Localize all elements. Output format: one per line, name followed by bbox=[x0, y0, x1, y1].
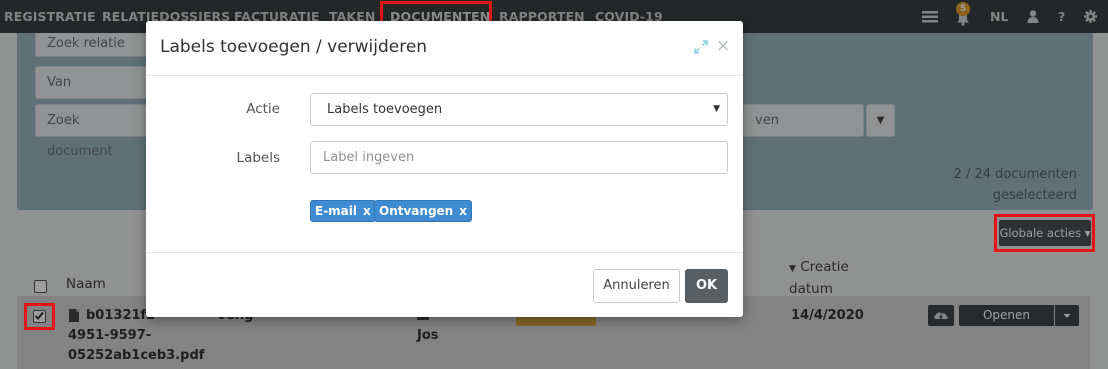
highlight-row-checkbox-top bbox=[24, 303, 55, 330]
cancel-button[interactable]: Annuleren bbox=[593, 269, 680, 303]
tag-ontvangen-label: Ontvangen bbox=[379, 204, 454, 218]
labels-modal: Labels toevoegen / verwijderen × Actie L… bbox=[146, 21, 743, 317]
modal-title: Labels toevoegen / verwijderen bbox=[160, 37, 428, 57]
tag-email-remove[interactable]: x bbox=[363, 204, 371, 218]
ok-button[interactable]: OK bbox=[685, 269, 728, 303]
labels-input[interactable]: Label ingeven bbox=[310, 141, 728, 174]
highlight-global-actions-top bbox=[994, 214, 1095, 252]
actie-label: Actie bbox=[246, 101, 280, 117]
close-icon[interactable]: × bbox=[716, 36, 730, 56]
expand-icon[interactable] bbox=[694, 40, 708, 54]
tag-email-label: E-mail bbox=[315, 204, 358, 218]
chevron-down-icon: ▼ bbox=[713, 104, 720, 114]
actie-select[interactable]: Labels toevoegen ▼ bbox=[310, 93, 728, 126]
labels-label: Labels bbox=[236, 150, 280, 166]
actie-select-value: Labels toevoegen bbox=[327, 102, 443, 117]
modal-header: Labels toevoegen / verwijderen × bbox=[146, 21, 743, 76]
tag-ontvangen-remove[interactable]: x bbox=[459, 204, 467, 218]
tag-ontvangen: Ontvangen x bbox=[374, 200, 472, 222]
tag-email: E-mail x bbox=[310, 200, 376, 222]
modal-footer: Annuleren OK bbox=[146, 252, 743, 317]
